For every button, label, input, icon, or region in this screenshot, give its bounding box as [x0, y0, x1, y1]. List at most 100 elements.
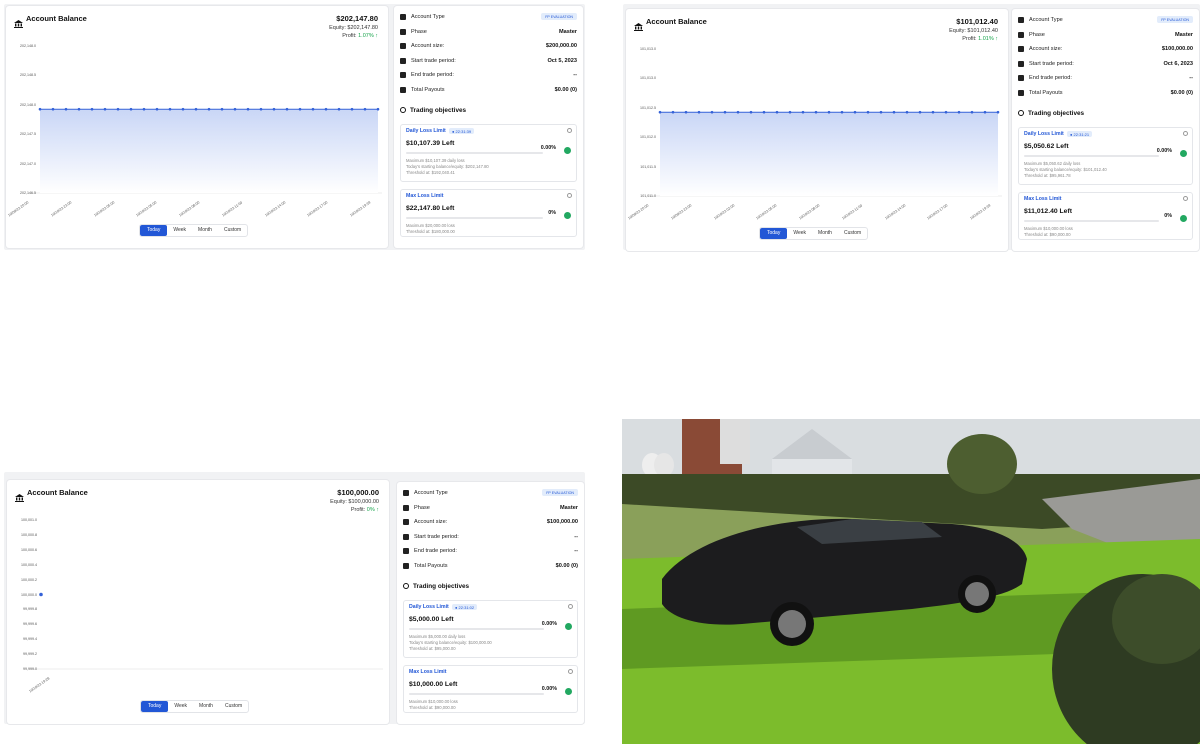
phase-value: Master	[558, 28, 577, 35]
daily-loss-objective: Daily Loss Limit ● 22:31:39 $10,107.39 Lef…	[400, 124, 577, 182]
tab-custom[interactable]: Custom	[219, 701, 248, 712]
account-type-label: Account Type	[414, 490, 448, 496]
end-period-icon	[400, 72, 406, 78]
period-tabs: Today Week Month Custom	[139, 224, 249, 237]
tab-week[interactable]: Week	[787, 228, 812, 239]
max-loss-detail: Threshold at: $90,000.00	[1024, 232, 1071, 237]
data-point	[970, 110, 974, 114]
start-period-value: Oct 6, 2023	[1163, 60, 1193, 67]
y-tick-label: 100,000.4	[21, 562, 37, 567]
tab-month[interactable]: Month	[812, 228, 838, 239]
info-icon[interactable]	[1183, 131, 1188, 136]
max-loss-detail: Maximum $10,000.00 loss	[409, 699, 458, 704]
max-loss-objective: Max Loss Limit $22,147.80 Left 0% Maximum $…	[400, 189, 577, 237]
max-loss-left: $10,000.00 Left	[409, 681, 458, 688]
account-type-label: Account Type	[1029, 17, 1063, 23]
data-point	[827, 110, 831, 114]
balance-chart	[29, 592, 383, 670]
account-balance-card: Account Balance $101,012.40 Equity: $101,0…	[626, 9, 1008, 251]
status-check-icon	[564, 147, 571, 154]
daily-loss-progress-bar	[1024, 155, 1159, 157]
period-tabs: Today Week Month Custom	[759, 227, 869, 240]
max-loss-percent: 0%	[1164, 213, 1172, 219]
data-point	[775, 110, 779, 114]
max-loss-left: $11,012.40 Left	[1024, 208, 1072, 215]
max-loss-progress-bar	[409, 693, 544, 695]
tab-custom[interactable]: Custom	[838, 228, 867, 239]
countdown-value: 22:31:02	[458, 604, 475, 610]
tab-today[interactable]: Today	[140, 225, 168, 236]
max-loss-detail: Threshold at: $180,000.00	[406, 229, 455, 234]
data-point	[38, 107, 42, 111]
phase-label: Phase	[1029, 31, 1045, 38]
data-point	[996, 110, 1000, 114]
info-icon[interactable]	[568, 604, 573, 609]
status-check-icon	[1180, 150, 1187, 157]
tab-today[interactable]: Today	[760, 228, 788, 239]
account-size-label: Account size:	[1029, 46, 1063, 52]
daily-loss-detail: Today's starting balance/equity: $202,14…	[406, 164, 489, 169]
phase-label: Phase	[414, 504, 430, 511]
data-point	[684, 110, 688, 114]
tab-custom[interactable]: Custom	[218, 225, 247, 236]
tab-week[interactable]: Week	[167, 225, 192, 236]
info-icon[interactable]	[1183, 196, 1188, 201]
data-point	[246, 107, 250, 111]
max-loss-percent: 0.00%	[541, 686, 557, 692]
start-period-row: Start trade period: Oct 6, 2023	[1018, 60, 1193, 70]
payouts-value: $0.00 (0)	[1170, 89, 1193, 96]
account-balance-card: Account Balance $202,147.80 Equity: $202,1…	[6, 6, 388, 248]
end-period-label: End trade period:	[411, 72, 454, 78]
data-point	[233, 107, 237, 111]
info-icon[interactable]	[567, 128, 572, 133]
tab-week[interactable]: Week	[168, 701, 193, 712]
daily-loss-left: $5,050.62 Left	[1024, 143, 1069, 150]
data-point	[944, 110, 948, 114]
account-type-badge: FP EVALUATION	[541, 13, 577, 20]
data-point	[51, 107, 55, 111]
account-info-card: Account Type FP EVALUATION Phase Master Acco…	[394, 6, 583, 248]
payouts-value: $0.00 (0)	[554, 86, 577, 93]
daily-loss-title: Daily Loss Limit	[409, 604, 449, 610]
data-point	[350, 107, 354, 111]
max-loss-detail: Maximum $10,000.00 loss	[1024, 226, 1073, 231]
account-size-value: $200,000.00	[545, 43, 577, 49]
y-tick-label: 202,147.5	[20, 132, 36, 137]
account-size-icon	[400, 43, 406, 49]
max-loss-progress-bar	[1024, 220, 1159, 222]
tab-month[interactable]: Month	[192, 225, 218, 236]
payouts-value: $0.00 (0)	[555, 562, 578, 569]
account-size-label: Account size:	[414, 519, 448, 525]
account-info-card: Account Type FP EVALUATION Phase Master Acco…	[397, 482, 584, 724]
account-type-icon	[400, 14, 406, 20]
trading-objectives-label: Trading objectives	[413, 583, 470, 590]
account-type-badge: FP EVALUATION	[1157, 16, 1193, 23]
phase-value: Master	[559, 504, 578, 511]
y-tick-label: 101,012.0	[640, 135, 656, 140]
countdown-value: 22:31:21	[1073, 131, 1090, 137]
account-type-icon	[403, 490, 409, 496]
daily-loss-detail: Threshold at: $95,961.78	[1024, 173, 1071, 178]
tab-month[interactable]: Month	[193, 701, 219, 712]
phase-icon	[403, 504, 409, 511]
account-size-icon	[1018, 46, 1024, 52]
info-icon[interactable]	[567, 193, 572, 198]
trading-objectives-label: Trading objectives	[1028, 110, 1085, 117]
end-period-row: End trade period: --	[400, 71, 577, 81]
payouts-icon	[403, 562, 409, 569]
balance-chart	[28, 107, 382, 194]
account-type-row: Account Type FP EVALUATION	[1018, 16, 1193, 26]
tab-today[interactable]: Today	[141, 701, 169, 712]
info-icon[interactable]	[568, 669, 573, 674]
data-point	[39, 592, 43, 597]
payouts-row: Total Payouts $0.00 (0)	[403, 562, 578, 572]
countdown-timer: ● 22:31:21	[1067, 131, 1093, 137]
max-loss-title: Max Loss Limit	[406, 193, 444, 199]
countdown-timer: ● 22:31:39	[449, 128, 475, 134]
data-point	[376, 107, 380, 111]
end-period-row: End trade period: --	[403, 547, 578, 557]
data-point	[363, 107, 367, 111]
end-period-value: --	[573, 72, 577, 78]
data-point	[736, 110, 740, 114]
countdown-value: 22:31:39	[455, 128, 472, 134]
